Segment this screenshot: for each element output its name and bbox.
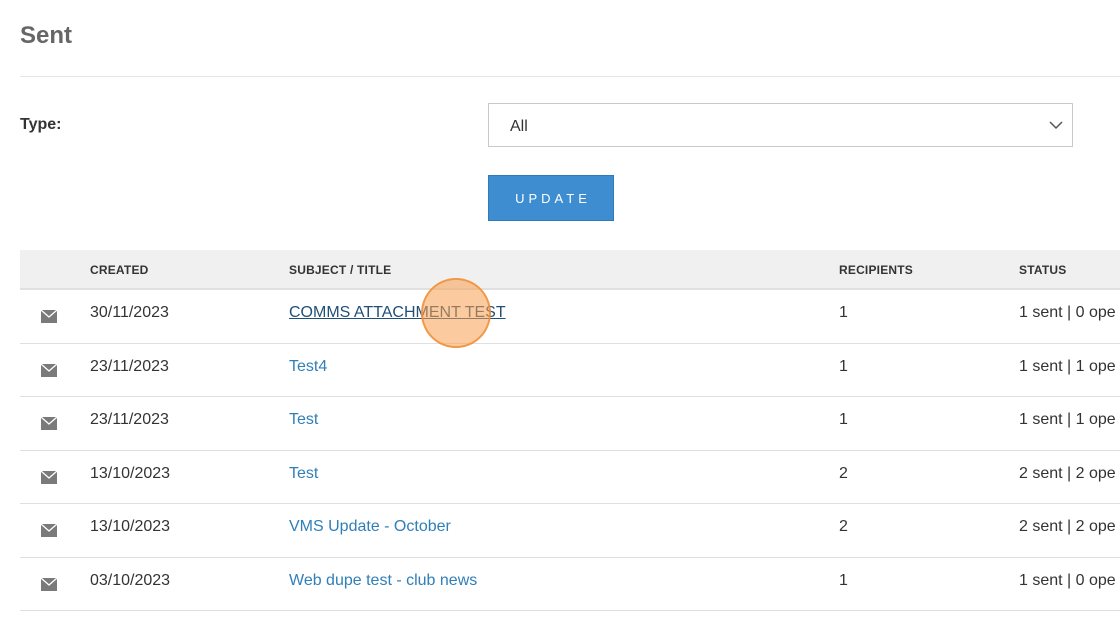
recipients-count: 1 [839,411,848,428]
type-select[interactable]: All [488,103,1073,147]
status-text: 2 sent | 2 ope [1019,464,1116,482]
recipients-count: 1 [839,304,848,321]
created-date: 13/10/2023 [90,464,171,482]
type-select-value: All [510,118,528,135]
envelope-icon [41,363,57,377]
column-header-created[interactable]: CREATED [90,263,149,277]
status-text: 1 sent | 1 ope [1019,411,1116,428]
subject-link[interactable]: COMMS ATTACHMENT TEST [289,304,506,322]
status-text: 1 sent | 1 ope [1019,357,1116,375]
table-row: 30/11/2023 COMMS ATTACHMENT TEST 1 1 sen… [20,290,1120,344]
status-text: 2 sent | 2 ope [1019,518,1116,535]
subject-link[interactable]: Test [289,411,318,429]
column-header-recipients[interactable]: RECIPIENTS [839,263,913,277]
table-row: 13/10/2023 Test 2 2 sent | 2 ope [20,451,1120,504]
chevron-down-icon [1049,121,1063,130]
column-header-subject[interactable]: SUBJECT / TITLE [289,263,391,277]
subject-link[interactable]: Web dupe test - club news [289,572,477,590]
table-row: 03/10/2023 Web dupe test - club news 1 1… [20,558,1120,611]
envelope-icon [41,310,57,323]
subject-link[interactable]: Test [289,465,318,483]
created-date: 30/11/2023 [90,304,169,321]
created-date: 03/10/2023 [90,571,171,589]
status-text: 1 sent | 0 ope [1019,571,1116,589]
sent-table: CREATED SUBJECT / TITLE RECIPIENTS STATU… [20,250,1120,611]
recipients-count: 2 [839,518,848,535]
page-title: Sent [20,22,73,49]
table-header: CREATED SUBJECT / TITLE RECIPIENTS STATU… [20,250,1120,290]
table-row: 23/11/2023 Test 1 1 sent | 1 ope [20,397,1120,451]
envelope-icon [41,470,57,484]
envelope-icon [41,417,57,430]
subject-link[interactable]: VMS Update - October [289,518,451,536]
title-divider [20,76,1120,77]
envelope-icon [41,577,57,591]
column-header-status[interactable]: STATUS [1019,263,1066,277]
update-button[interactable]: UPDATE [488,175,614,221]
table-row: 23/11/2023 Test4 1 1 sent | 1 ope [20,344,1120,397]
status-text: 1 sent | 0 ope [1019,304,1116,321]
envelope-icon [41,524,57,537]
table-row: 13/10/2023 VMS Update - October 2 2 sent… [20,504,1120,558]
created-date: 13/10/2023 [90,518,171,535]
recipients-count: 2 [839,464,848,482]
created-date: 23/11/2023 [90,357,169,375]
recipients-count: 1 [839,357,848,375]
recipients-count: 1 [839,571,848,589]
created-date: 23/11/2023 [90,411,169,428]
type-label: Type: [20,116,62,133]
subject-link[interactable]: Test4 [289,358,327,376]
